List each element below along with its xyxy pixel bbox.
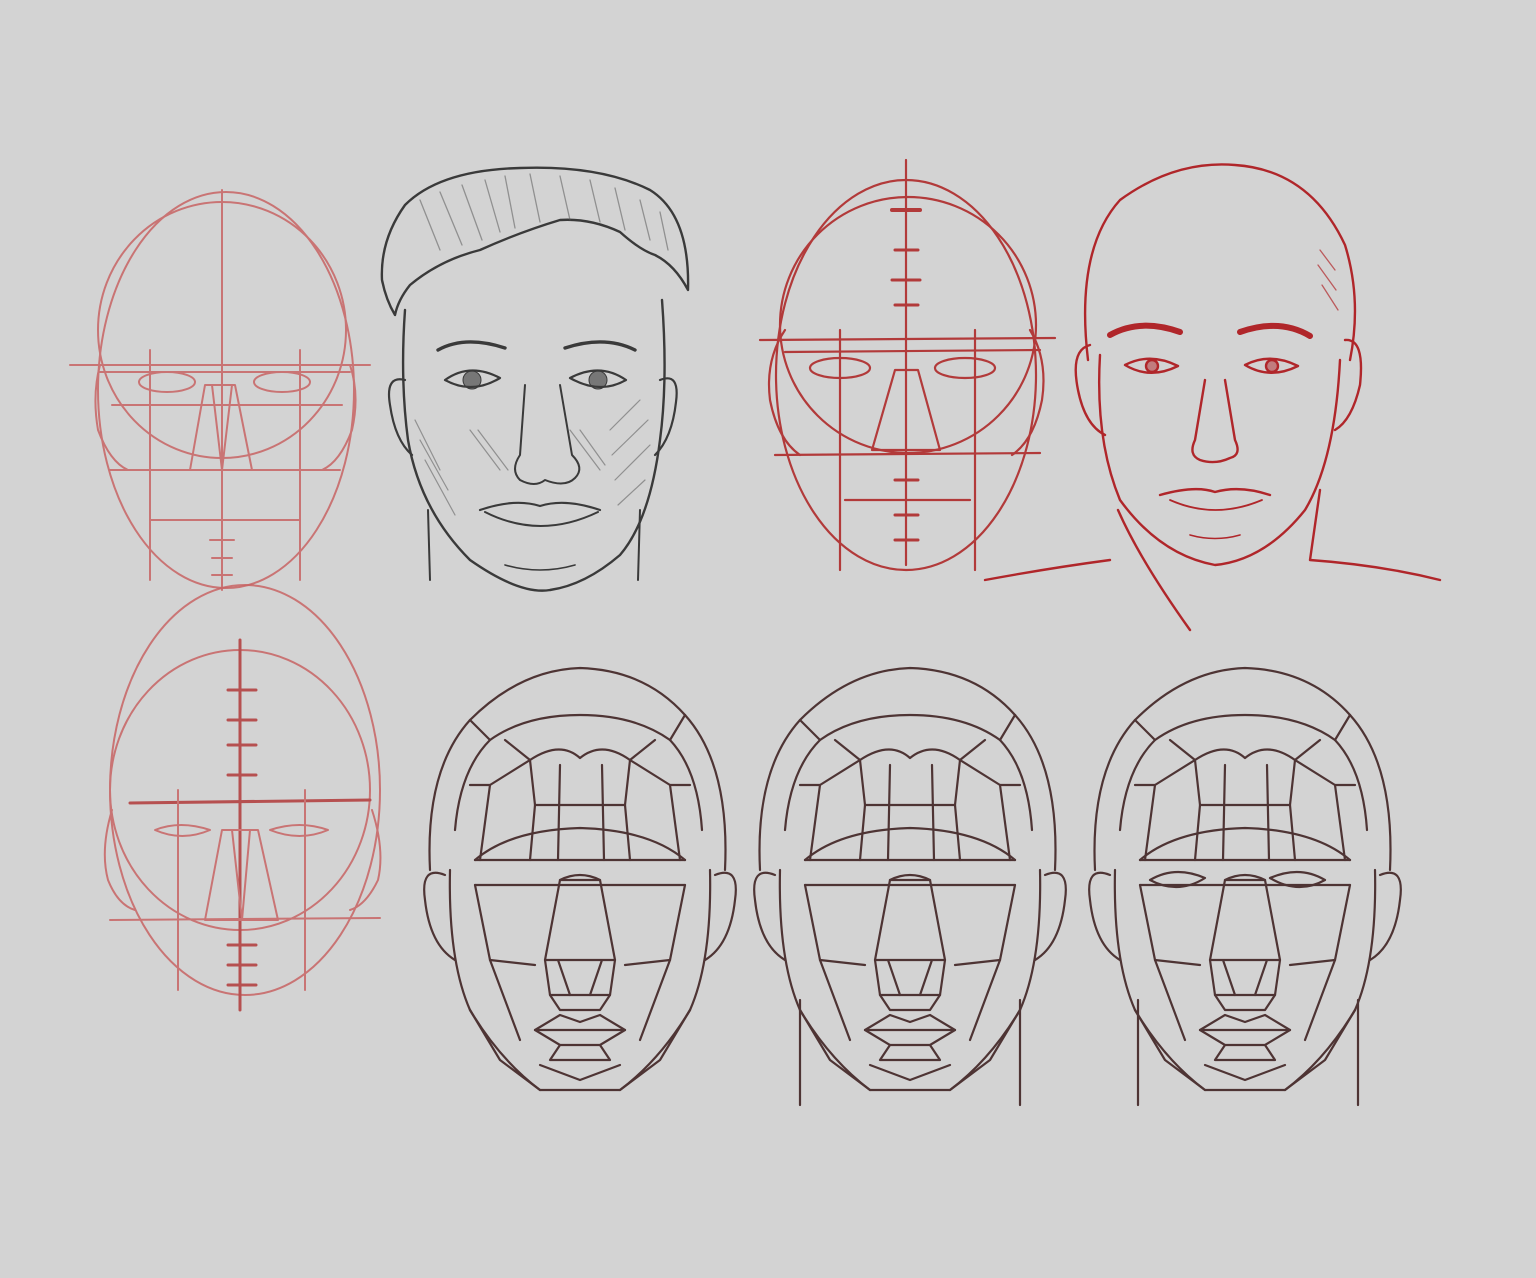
head-construction-light [69,189,371,591]
head-planes-1 [423,666,737,1092]
head-construction-red [758,158,1057,572]
head-finished-pencil [380,166,690,592]
head-construction-lower [103,584,382,1012]
head-planes-3 [1088,666,1402,1107]
head-planes-2 [753,666,1067,1107]
sketch-canvas [69,158,1442,1107]
head-finished-red [983,163,1442,632]
drawing-sheet [0,0,1536,1278]
